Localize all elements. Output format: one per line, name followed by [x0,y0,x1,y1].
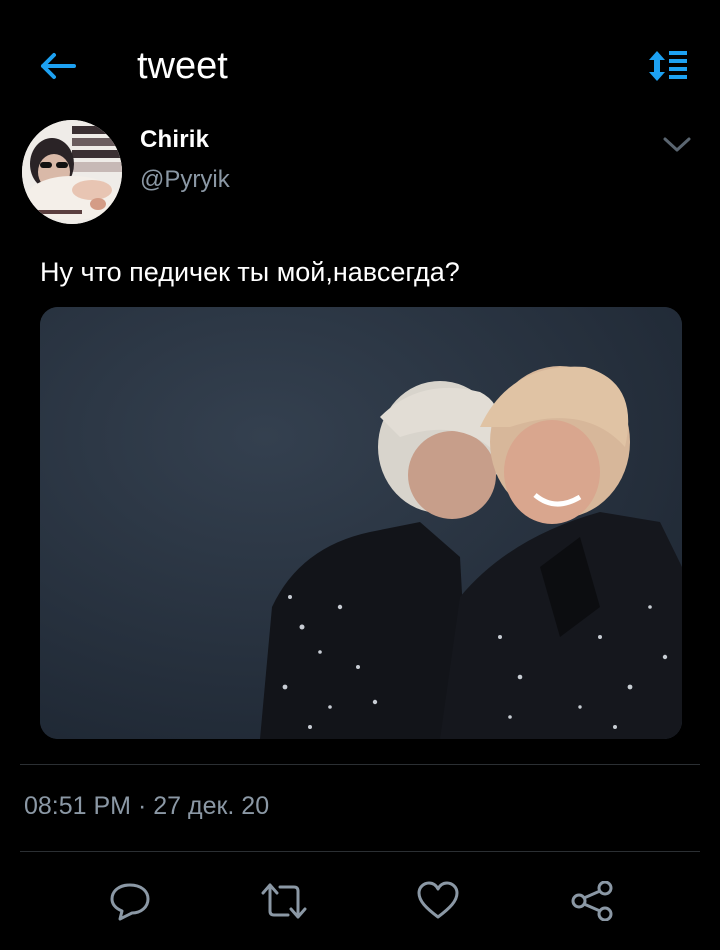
tweet-menu-button[interactable] [660,130,694,160]
like-button[interactable] [414,877,462,925]
photo-image [40,307,682,739]
tweet-media-photo[interactable] [40,307,682,739]
sort-list-icon [649,51,687,81]
tweet-timestamp: 08:51 PM · 27 дек. 20 [24,792,270,820]
share-button[interactable] [568,877,616,925]
share-icon [571,881,613,921]
divider-bottom [20,851,700,852]
like-icon [417,881,459,919]
tweet-detail-screen: tweet Chirik @Pyryik Ну что педичек ты м… [0,0,720,950]
chevron-down-icon [663,137,691,152]
arrow-left-icon [41,53,76,79]
page-title: tweet [137,45,228,87]
reply-button[interactable] [106,877,154,925]
avatar[interactable] [22,120,122,224]
divider-top [20,764,700,765]
reply-icon [110,883,150,921]
back-button[interactable] [36,44,80,88]
top-app-bar: tweet [0,0,720,130]
retweet-button[interactable] [260,877,308,925]
author-handle[interactable]: @Pyryik [140,166,230,194]
avatar-image [22,120,122,224]
author-name[interactable]: Chirik [140,126,209,154]
sort-button[interactable] [646,46,690,86]
tweet-text: Ну что педичек ты мой,навсегда? [40,257,460,287]
retweet-icon [261,883,307,919]
